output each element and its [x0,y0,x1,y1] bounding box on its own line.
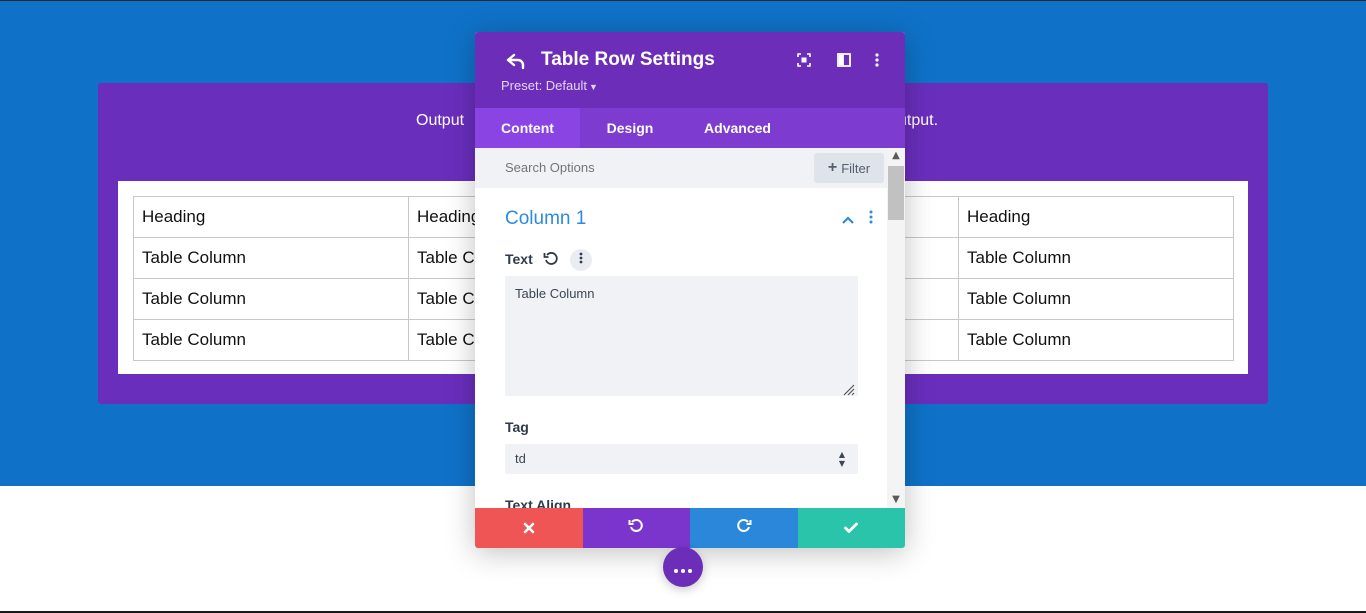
select-arrows-icon: ▲ ▼ [838,450,846,468]
resize-handle-icon[interactable] [841,381,855,396]
save-button[interactable] [797,508,905,548]
table-cell[interactable]: Table Column [133,319,409,361]
more-options-icon[interactable] [868,51,886,69]
section-text-left: Output [416,112,465,129]
search-input[interactable] [505,160,755,175]
scroll-down-icon[interactable]: ▼ [887,492,905,508]
table-cell[interactable]: Heading [133,196,409,238]
text-field[interactable]: Table Column [505,276,858,396]
redo-button[interactable] [690,508,798,548]
modal-footer[interactable] [475,508,905,548]
search-bar[interactable]: + Filter [475,148,905,188]
close-icon [523,519,535,538]
table-cell[interactable]: Table Column [958,278,1234,320]
group-menu-icon[interactable] [867,210,875,228]
ellipsis-icon [673,555,693,579]
discard-button[interactable] [475,508,583,548]
tab-content[interactable]: Content [475,108,580,148]
modal-header[interactable]: Table Row Settings Preset: Default ▼ [475,32,905,108]
more-actions-button[interactable] [663,547,703,587]
field-options-icon[interactable] [570,249,592,271]
filter-label: Filter [841,160,871,176]
tab-advanced[interactable]: Advanced [690,108,785,148]
preset-selector[interactable]: Preset: Default ▼ [501,78,598,93]
table-cell[interactable]: Table Column [133,278,409,320]
tab-bar[interactable]: Content Design Advanced [475,108,905,148]
caret-down-icon: ▼ [589,82,598,92]
redo-icon [736,518,752,538]
undo-icon [628,518,644,538]
preset-label: Preset: Default [501,78,587,93]
plus-icon: + [827,159,838,176]
fullscreen-icon[interactable] [795,51,813,69]
tag-field-label: Tag [505,419,529,435]
table-cell[interactable]: Table Column [958,237,1234,279]
filter-button[interactable]: + Filter [814,153,884,183]
text-field-label: Text [505,251,533,267]
chevron-up-icon[interactable] [841,212,855,226]
scroll-up-icon[interactable]: ▲ [887,148,905,164]
check-icon [844,519,859,538]
tab-design[interactable]: Design [585,108,675,148]
table-cell[interactable]: Table Column [133,237,409,279]
tag-select[interactable]: td [505,444,858,474]
table-cell[interactable]: Table Column [958,319,1234,361]
back-arrow-icon[interactable] [505,50,527,72]
modal-title: Table Row Settings [541,49,715,70]
top-border [0,0,1366,1]
settings-modal[interactable]: Table Row Settings Preset: Default ▼ Cont… [475,32,905,548]
table-cell[interactable]: Heading [958,196,1234,238]
split-view-icon[interactable] [835,51,853,69]
reset-icon[interactable] [543,251,559,267]
group-title[interactable]: Column 1 [505,208,586,230]
undo-button[interactable] [582,508,690,548]
scrollbar-thumb[interactable] [888,166,904,220]
